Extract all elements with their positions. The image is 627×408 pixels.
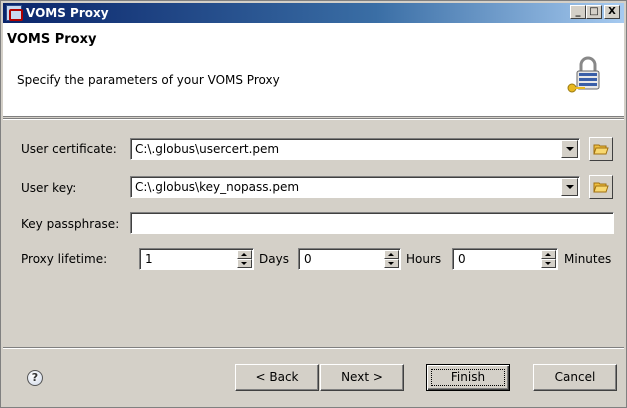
help-icon[interactable]: ? (27, 370, 43, 386)
user-certificate-label: User certificate: (21, 142, 117, 156)
days-label: Days (259, 252, 289, 266)
next-button[interactable]: Next > (320, 364, 404, 391)
hours-value: 0 (304, 252, 312, 266)
minutes-value: 0 (458, 252, 466, 266)
days-spinner[interactable]: 1 (139, 248, 254, 270)
minimize-button[interactable]: _ (570, 5, 586, 19)
key-passphrase-input[interactable] (130, 212, 614, 234)
spin-up-icon[interactable] (384, 250, 399, 259)
user-key-label: User key: (21, 181, 77, 195)
hours-label: Hours (406, 252, 442, 266)
chevron-down-icon[interactable] (561, 140, 578, 158)
window-title: VOMS Proxy (26, 6, 109, 20)
voms-proxy-dialog: VOMS Proxy _ □ X VOMS Proxy Specify the … (0, 0, 627, 408)
chevron-down-icon[interactable] (561, 178, 578, 196)
user-key-combo[interactable]: C:\.globus\key_nopass.pem (130, 176, 580, 198)
maximize-button[interactable]: □ (586, 5, 602, 19)
cancel-button[interactable]: Cancel (533, 364, 617, 391)
next-button-label: Next > (341, 370, 383, 384)
hours-spin-buttons (384, 250, 399, 268)
folder-open-icon (593, 182, 609, 193)
key-passphrase-label: Key passphrase: (21, 217, 120, 231)
footer-separator (3, 347, 624, 349)
browse-key-button[interactable] (589, 175, 613, 199)
browse-certificate-button[interactable] (589, 137, 613, 161)
close-button[interactable]: X (604, 5, 620, 19)
lock-key-icon (567, 56, 600, 93)
spin-down-icon[interactable] (237, 259, 252, 268)
back-button-label: < Back (255, 370, 299, 384)
user-certificate-value: C:\.globus\usercert.pem (135, 142, 280, 156)
spin-down-icon[interactable] (384, 259, 399, 268)
user-certificate-combo[interactable]: C:\.globus\usercert.pem (130, 138, 580, 160)
days-value: 1 (145, 252, 153, 266)
title-bar[interactable]: VOMS Proxy _ □ X (3, 3, 624, 23)
spin-up-icon[interactable] (541, 250, 556, 259)
finish-button-label: Finish (450, 370, 486, 384)
back-button[interactable]: < Back (235, 364, 319, 391)
spin-down-icon[interactable] (541, 259, 556, 268)
folder-open-icon (593, 144, 609, 155)
days-spin-buttons (237, 250, 252, 268)
user-key-value: C:\.globus\key_nopass.pem (135, 180, 300, 194)
cancel-button-label: Cancel (554, 370, 596, 384)
minutes-spin-buttons (541, 250, 556, 268)
proxy-lifetime-label: Proxy lifetime: (21, 252, 108, 266)
wizard-header: VOMS Proxy Specify the parameters of you… (3, 23, 624, 117)
page-title: VOMS Proxy (7, 32, 97, 47)
app-icon (6, 5, 23, 21)
minutes-label: Minutes (564, 252, 612, 266)
hours-spinner[interactable]: 0 (298, 248, 401, 270)
spin-up-icon[interactable] (237, 250, 252, 259)
page-description: Specify the parameters of your VOMS Prox… (17, 73, 280, 87)
minutes-spinner[interactable]: 0 (452, 248, 558, 270)
finish-button[interactable]: Finish (426, 364, 510, 391)
header-separator (3, 118, 624, 120)
